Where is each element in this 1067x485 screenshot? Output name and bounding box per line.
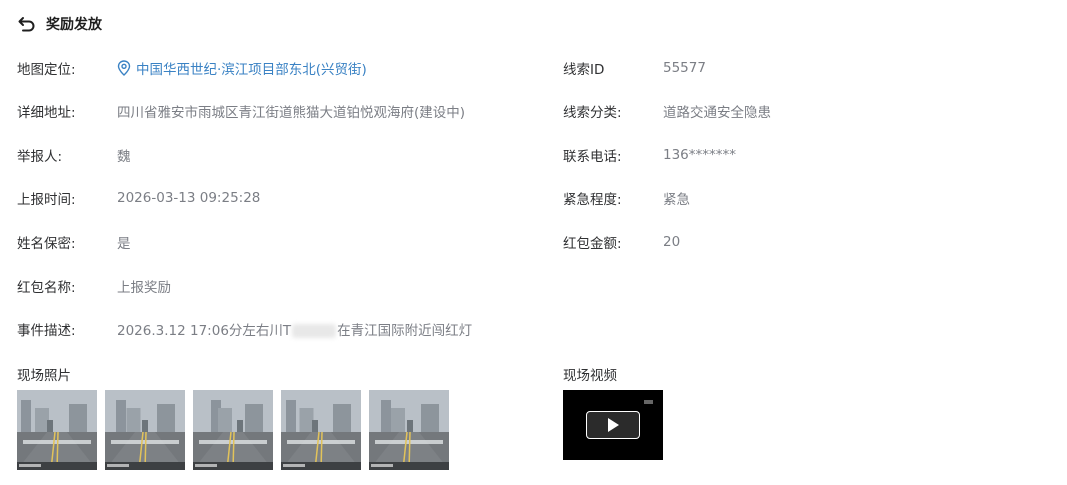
- scene-photo-thumbnail[interactable]: [281, 390, 361, 470]
- field-label: 线索ID: [563, 62, 605, 78]
- clue-type-value: 道路交通安全隐患: [663, 105, 771, 121]
- field-clue-type: 线索分类: 道路交通安全隐患: [563, 101, 771, 121]
- scene-photo-thumbnail[interactable]: [17, 390, 97, 470]
- field-label: 红包名称:: [17, 280, 76, 296]
- phone-value: 136*******: [663, 147, 737, 163]
- field-label: 详细地址:: [17, 105, 76, 121]
- report-time-value: 2026-03-13 09:25:28: [117, 190, 261, 206]
- field-label: 紧急程度:: [563, 192, 622, 208]
- field-map-location: 地图定位: 中国华西世纪·滨江项目部东北(兴贸街): [17, 58, 367, 78]
- photos-section-title: 现场照片: [17, 368, 71, 384]
- field-label: 红包金额:: [563, 236, 622, 252]
- clue-id-value: 55577: [663, 60, 706, 76]
- field-anonymous: 姓名保密: 是: [17, 232, 131, 252]
- video-thumbnail[interactable]: [563, 390, 663, 460]
- field-label: 联系电话:: [563, 149, 622, 165]
- field-reward-amount: 红包金额: 20: [563, 232, 680, 252]
- blurred-plate: [292, 324, 337, 338]
- field-detail-address: 详细地址: 四川省雅安市雨城区青江街道熊猫大道铂悦观海府(建设中): [17, 101, 465, 121]
- description-value: 2026.3.12 17:06分左右川T 在青江国际附近闯红灯: [117, 319, 472, 339]
- field-label: 地图定位:: [17, 62, 76, 78]
- page-title: 奖励发放: [46, 17, 102, 33]
- field-label: 事件描述:: [17, 323, 76, 339]
- anonymous-value: 是: [117, 236, 131, 252]
- field-description: 事件描述: 2026.3.12 17:06分左右川T 在青江国际附近闯红灯: [17, 319, 472, 339]
- description-prefix: 2026.3.12 17:06分左右川T: [117, 323, 292, 339]
- field-urgency: 紧急程度: 紧急: [563, 188, 690, 208]
- field-label: 上报时间:: [17, 192, 76, 208]
- scene-photo-thumbnail[interactable]: [369, 390, 449, 470]
- detail-address-value: 四川省雅安市雨城区青江街道熊猫大道铂悦观海府(建设中): [117, 105, 466, 121]
- location-pin-icon: [117, 60, 131, 76]
- reward-name-value: 上报奖励: [117, 280, 171, 296]
- video-section-title: 现场视频: [563, 368, 617, 384]
- urgency-value: 紧急: [663, 192, 690, 208]
- play-icon: [608, 418, 619, 432]
- field-label: 举报人:: [17, 149, 63, 165]
- description-suffix: 在青江国际附近闯红灯: [337, 323, 473, 339]
- video-badge: [644, 400, 653, 404]
- photo-gallery: [17, 390, 449, 470]
- scene-photo-thumbnail[interactable]: [193, 390, 273, 470]
- back-arrow-icon[interactable]: [17, 14, 37, 34]
- field-label: 线索分类:: [563, 105, 622, 121]
- reporter-value: 魏: [117, 149, 131, 165]
- map-location-link[interactable]: 中国华西世纪·滨江项目部东北(兴贸街): [117, 58, 367, 78]
- field-reporter: 举报人: 魏: [17, 145, 131, 165]
- page-header: 奖励发放: [17, 12, 102, 36]
- map-location-text: 中国华西世纪·滨江项目部东北(兴贸街): [136, 62, 367, 78]
- field-clue-id: 线索ID 55577: [563, 58, 706, 78]
- play-button[interactable]: [586, 411, 640, 439]
- field-phone: 联系电话: 136*******: [563, 145, 736, 165]
- field-report-time: 上报时间: 2026-03-13 09:25:28: [17, 188, 260, 208]
- reward-amount-value: 20: [663, 234, 681, 250]
- field-label: 姓名保密:: [17, 236, 76, 252]
- field-reward-name: 红包名称: 上报奖励: [17, 276, 171, 296]
- scene-photo-thumbnail[interactable]: [105, 390, 185, 470]
